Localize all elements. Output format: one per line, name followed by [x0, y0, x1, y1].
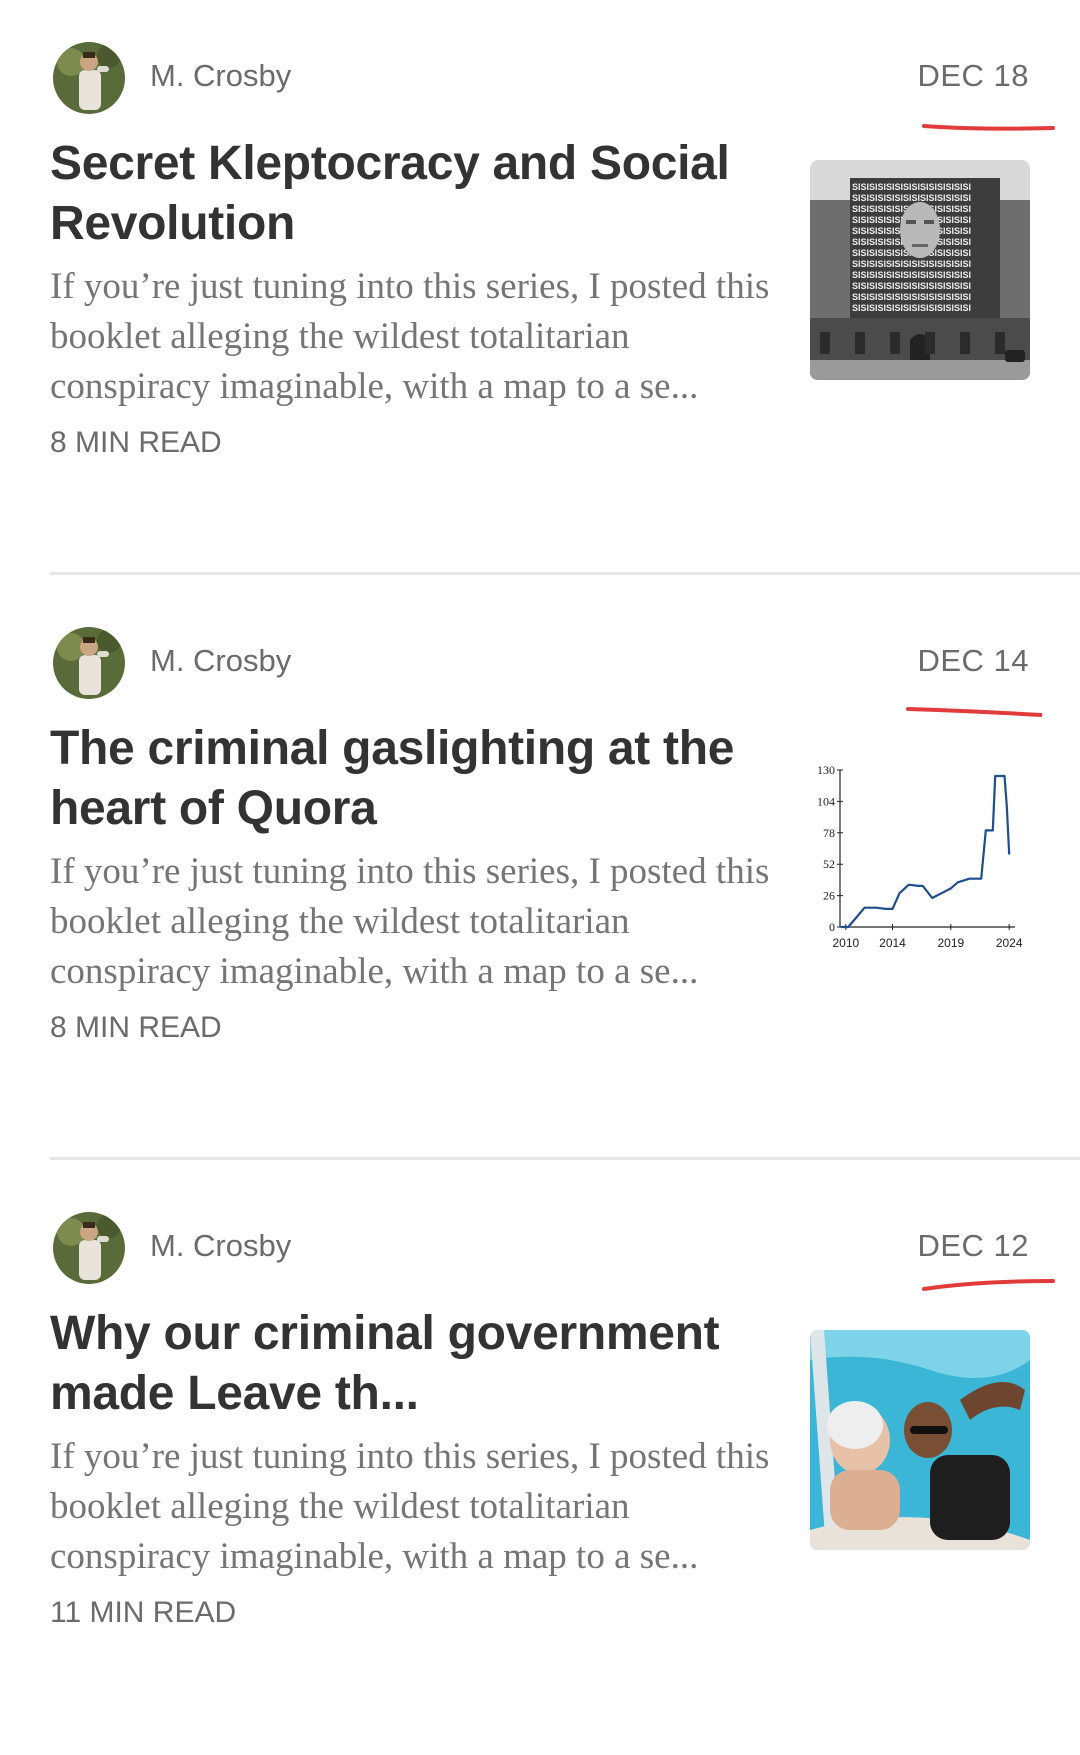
x-tick-label: 2024 [996, 936, 1023, 950]
red-underline-annotation [918, 118, 1058, 138]
post-excerpt[interactable]: If you’re just tuning into this series, … [50, 262, 770, 412]
post-thumbnail[interactable]: SISISISISISISISISISISISISISISISISISISISI… [810, 160, 1030, 380]
window [890, 332, 900, 354]
x-tick-label: 2019 [937, 936, 964, 950]
read-time: 8 MIN READ [50, 1008, 222, 1048]
window [855, 332, 865, 354]
post-divider [50, 572, 1080, 575]
y-tick-label: 130 [817, 763, 835, 777]
post-excerpt[interactable]: If you’re just tuning into this series, … [50, 1432, 770, 1582]
post-card[interactable]: M. Crosby DEC 14 The criminal gaslightin… [0, 585, 1080, 1170]
window [925, 332, 935, 354]
post-card[interactable]: M. Crosby DEC 12 Why our criminal govern… [0, 1170, 1080, 1755]
post-title[interactable]: The criminal gaslighting at the heart of… [50, 719, 770, 839]
facade-text-row: SISISISISISISISISISISISISISI [852, 270, 971, 280]
facade-text-row: SISISISISISISISISISISISISISI [852, 281, 971, 291]
author-avatar[interactable] [53, 627, 125, 699]
underline-stroke [924, 1281, 1053, 1289]
y-tick-label: 26 [823, 889, 835, 903]
underline-stroke [924, 126, 1053, 129]
facade-text-row: SISISISISISISISISISISISISISI [852, 303, 971, 313]
author-avatar[interactable] [53, 1212, 125, 1284]
y-tick-label: 52 [823, 857, 835, 871]
line-chart: 0 26 52 78 104 130 2010 2014 2019 2024 [810, 755, 1030, 975]
avatar-photo [53, 1212, 125, 1284]
facade-text-row: SISISISISISISISISISISISISISI [852, 193, 971, 203]
post-title[interactable]: Secret Kleptocracy and Social Revolution [50, 134, 770, 254]
underline-stroke [908, 709, 1042, 715]
people-in-pool-photo [810, 1330, 1030, 1550]
read-time: 8 MIN READ [50, 423, 222, 463]
author-name[interactable]: M. Crosby [150, 1226, 450, 1266]
post-date: DEC 18 [917, 56, 1029, 96]
window [820, 332, 830, 354]
post-title[interactable]: Why our criminal government made Leave t… [50, 1304, 770, 1424]
author-name[interactable]: M. Crosby [150, 56, 450, 96]
building-facade-photo: SISISISISISISISISISISISISISISISISISISISI… [810, 160, 1030, 380]
red-underline-annotation [918, 1275, 1058, 1295]
x-tick-label: 2014 [879, 936, 906, 950]
y-tick-label: 0 [829, 920, 835, 934]
y-tick-label: 104 [817, 794, 835, 808]
x-tick-label: 2010 [832, 936, 859, 950]
person-left-hair [827, 1401, 883, 1449]
author-avatar[interactable] [53, 42, 125, 114]
avatar-photo [53, 42, 125, 114]
post-date: DEC 14 [917, 641, 1029, 681]
facade-text-row: SISISISISISISISISISISISISISI [852, 292, 971, 302]
post-thumbnail[interactable]: 0 26 52 78 104 130 2010 2014 2019 2024 [810, 755, 1030, 975]
post-excerpt[interactable]: If you’re just tuning into this series, … [50, 847, 770, 997]
window [995, 332, 1005, 354]
post-date: DEC 12 [917, 1226, 1029, 1266]
person-left-body [830, 1470, 900, 1530]
car [1005, 350, 1025, 362]
author-name[interactable]: M. Crosby [150, 641, 450, 681]
post-divider [50, 1157, 1080, 1160]
post-card[interactable]: M. Crosby DEC 18 Secret Kleptocracy and … [0, 0, 1080, 585]
post-feed: M. Crosby DEC 18 Secret Kleptocracy and … [0, 0, 1080, 1739]
window [960, 332, 970, 354]
street [810, 360, 1030, 380]
sunglasses [910, 1426, 948, 1434]
carved-face [900, 202, 940, 258]
post-thumbnail[interactable] [810, 1330, 1030, 1550]
red-underline-annotation [902, 703, 1042, 723]
facade-text-row: SISISISISISISISISISISISISISI [852, 259, 971, 269]
person-right-body [930, 1455, 1010, 1540]
read-time: 11 MIN READ [50, 1593, 236, 1633]
avatar-photo [53, 627, 125, 699]
y-tick-label: 78 [823, 826, 835, 840]
facade-text-row: SISISISISISISISISISISISISISI [852, 182, 971, 192]
